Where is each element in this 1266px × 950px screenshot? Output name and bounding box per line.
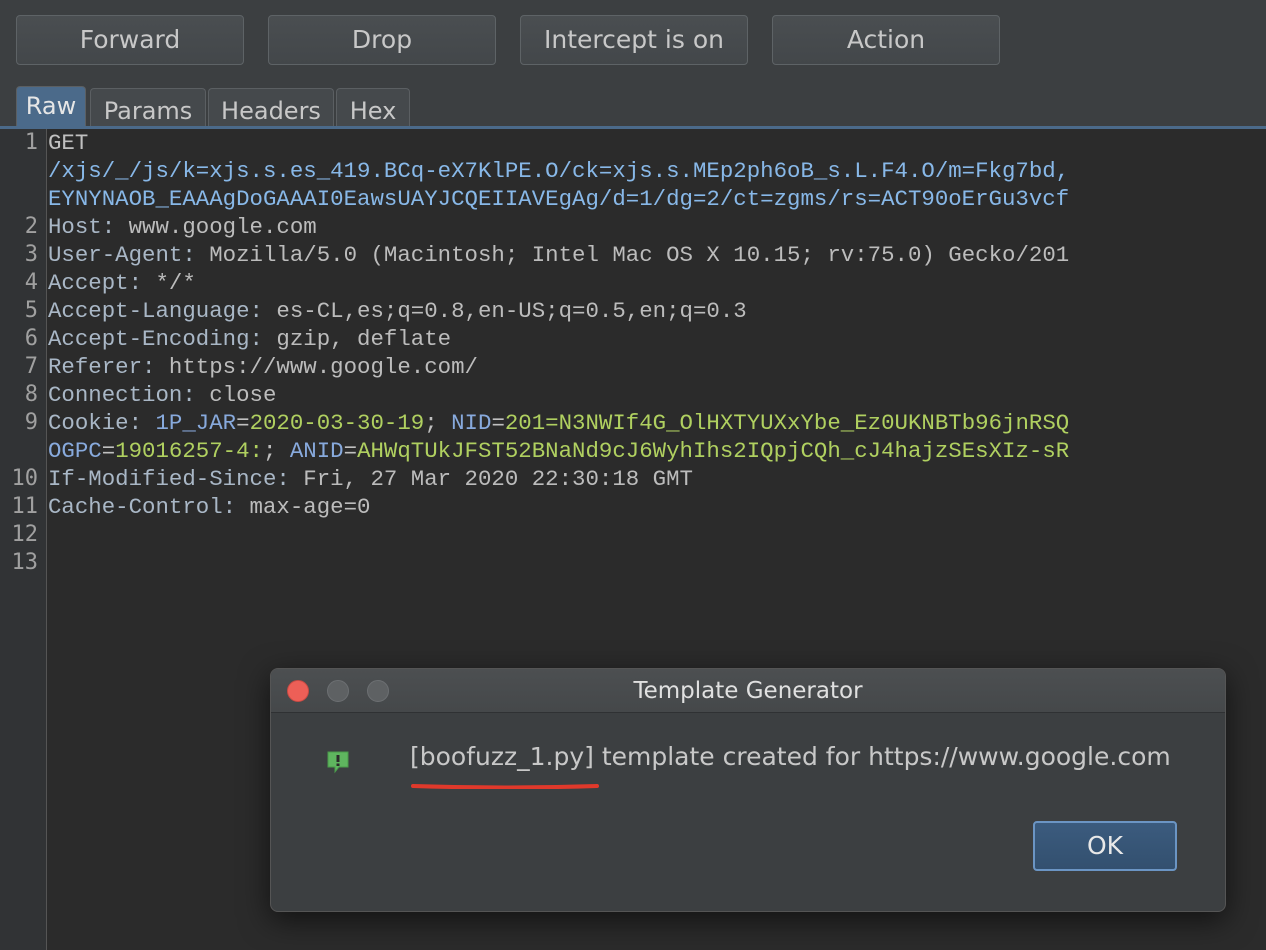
drop-button[interactable]: Drop [268, 15, 496, 65]
red-underline-annotation [411, 784, 599, 789]
message-tabs: Raw Params Headers Hex [0, 86, 1266, 126]
header-line: Accept: */* [48, 269, 196, 297]
header-value: */* [142, 270, 196, 296]
line-number: 8 [24, 382, 38, 407]
header-name: User-Agent: [48, 242, 196, 268]
header-value: www.google.com [115, 214, 317, 240]
line-number: 7 [24, 354, 38, 379]
header-line: Connection: close [48, 381, 276, 409]
tab-hex[interactable]: Hex [336, 88, 410, 126]
cookie-line: Cookie: 1P_JAR=2020-03-30-19; NID=201=N3… [48, 410, 1070, 436]
dialog-title: Template Generator [633, 678, 863, 704]
header-value: Fri, 27 Mar 2020 22:30:18 GMT [289, 466, 693, 492]
header-line: If-Modified-Since: Fri, 27 Mar 2020 22:3… [48, 465, 693, 493]
header-value: https://www.google.com/ [155, 354, 478, 380]
tab-headers[interactable]: Headers [208, 88, 334, 126]
header-value: close [195, 382, 277, 408]
header-line: User-Agent: Mozilla/5.0 (Macintosh; Inte… [48, 241, 1069, 269]
header-name: Host: [48, 214, 116, 240]
intercept-toggle-button[interactable]: Intercept is on [520, 15, 748, 65]
header-name: Accept-Language: [48, 298, 263, 324]
forward-button[interactable]: Forward [16, 15, 244, 65]
tab-params[interactable]: Params [90, 88, 206, 126]
cookie-value: 2020-03-30-19 [249, 410, 425, 436]
line-number: 3 [24, 242, 38, 267]
cookie-name: ANID [289, 438, 344, 464]
cookie-name: NID [451, 410, 492, 436]
request-line: GET [48, 129, 88, 157]
line-number: 5 [24, 298, 38, 323]
line-number-gutter: 1 2 3 4 5 6 7 8 9 10 11 12 13 [0, 129, 47, 950]
header-line: Host: www.google.com [48, 213, 317, 241]
header-line: Accept-Encoding: gzip, deflate [48, 325, 451, 353]
cookie-value: 19016257-4: [115, 438, 263, 464]
header-name: Connection: [48, 382, 196, 408]
header-line: Cache-Control: max-age=0 [48, 493, 371, 521]
request-path-line: /xjs/_/js/k=xjs.s.es_419.BCq-eX7KlPE.O/c… [48, 157, 1069, 185]
header-name: Accept: [48, 270, 143, 296]
cookie-name: 1P_JAR [155, 410, 237, 436]
cookie-name: OGPC [48, 438, 102, 464]
template-generator-dialog: Template Generator [boofuzz_1.py] templa… [270, 668, 1226, 912]
header-name: Accept-Encoding: [48, 326, 263, 352]
line-number: 1 [24, 130, 38, 155]
header-value: es-CL,es;q=0.8,en-US;q=0.5,en;q=0.3 [263, 298, 747, 324]
proxy-toolbar: Forward Drop Intercept is on Action [0, 0, 1266, 86]
line-number: 11 [11, 494, 39, 519]
header-value: Mozilla/5.0 (Macintosh; Intel Mac OS X 1… [195, 242, 1070, 268]
header-line: Accept-Language: es-CL,es;q=0.8,en-US;q=… [48, 297, 747, 325]
line-number: 9 [24, 410, 38, 435]
header-value: max-age=0 [236, 494, 371, 520]
action-button[interactable]: Action [772, 15, 1000, 65]
header-name: Referer: [48, 354, 156, 380]
request-path-cont: EYNYNAOB_EAAAgDoGAAAI0EawsUAYJCQEIIAVEgA… [48, 186, 1070, 212]
request-path: /xjs/_/js/k=xjs.s.es_419.BCq-eX7KlPE.O/c… [48, 158, 1070, 184]
header-name: Cookie: [48, 410, 143, 436]
header-name: Cache-Control: [48, 494, 237, 520]
tab-raw[interactable]: Raw [16, 86, 86, 126]
cookie-line-cont: OGPC=19016257-4:; ANID=AHWqTUkJFST52BNaN… [48, 438, 1070, 464]
line-number: 4 [24, 270, 38, 295]
line-number: 10 [11, 466, 39, 491]
http-method: GET [48, 130, 89, 156]
line-number: 13 [11, 550, 39, 575]
line-number: 2 [24, 214, 38, 239]
header-name: If-Modified-Since: [48, 466, 290, 492]
dialog-message: [boofuzz_1.py] template created for http… [410, 742, 1171, 771]
alert-icon [327, 751, 349, 774]
cookie-value: 201=N3NWIf4G_OlHXTYUXxYbe_Ez0UKNBTb96jnR… [504, 410, 1070, 436]
request-path-line: EYNYNAOB_EAAAgDoGAAAI0EawsUAYJCQEIIAVEgA… [48, 185, 1069, 213]
header-line: Referer: https://www.google.com/ [48, 353, 478, 381]
line-number: 6 [24, 326, 38, 351]
line-number: 12 [11, 522, 39, 547]
ok-button[interactable]: OK [1033, 821, 1177, 871]
dialog-titlebar[interactable]: Template Generator [271, 669, 1225, 713]
header-value: gzip, deflate [263, 326, 452, 352]
cookie-value: AHWqTUkJFST52BNaNd9cJ6WyhIhs2IQpjCQh_cJ4… [357, 438, 1070, 464]
